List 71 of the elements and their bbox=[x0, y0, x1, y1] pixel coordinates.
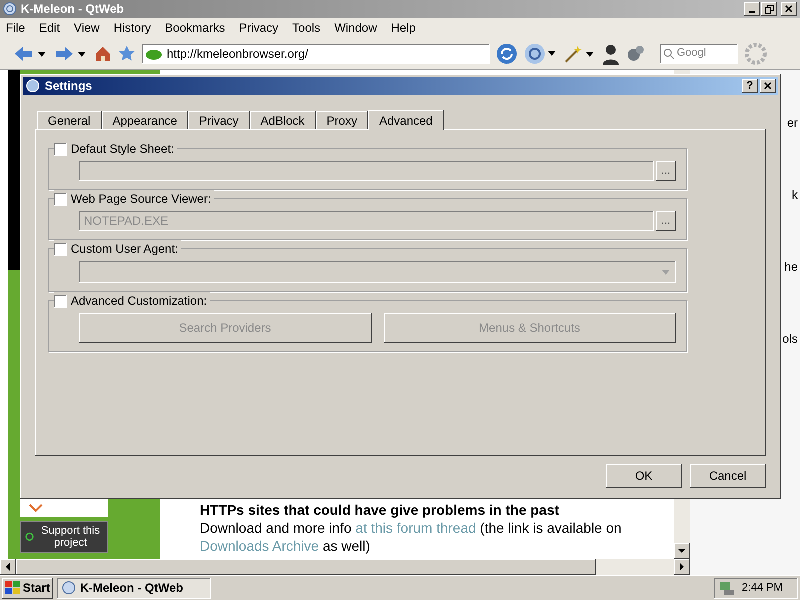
close-button[interactable] bbox=[781, 2, 797, 16]
browse-button[interactable]: ... bbox=[656, 211, 676, 231]
forward-arrow-icon[interactable] bbox=[54, 46, 88, 62]
down-arrow-icon bbox=[678, 548, 686, 554]
tab[interactable]: General bbox=[37, 111, 102, 129]
restore-button[interactable] bbox=[761, 2, 777, 16]
horizontal-scrollbar[interactable] bbox=[0, 559, 690, 575]
gears-icon[interactable] bbox=[626, 44, 646, 64]
dialog-title: Settings bbox=[45, 78, 92, 95]
menu-item[interactable]: Help bbox=[391, 19, 416, 37]
close-icon bbox=[764, 82, 772, 90]
group-label: Custom User Agent: bbox=[71, 241, 178, 258]
user-silhouette-icon[interactable] bbox=[602, 42, 620, 64]
checkbox[interactable] bbox=[54, 142, 67, 156]
checkbox[interactable] bbox=[54, 242, 67, 256]
window-title: K-Meleon - QtWeb bbox=[21, 1, 124, 18]
tab[interactable]: Appearance bbox=[102, 111, 188, 129]
menu-item[interactable]: View bbox=[74, 19, 100, 37]
tab[interactable]: Proxy bbox=[316, 111, 368, 129]
globe-icon bbox=[62, 581, 76, 595]
magic-wand-icon[interactable] bbox=[564, 44, 596, 64]
menu-item[interactable]: Window bbox=[334, 19, 378, 37]
checkbox[interactable] bbox=[54, 192, 67, 206]
home-icon[interactable] bbox=[94, 44, 112, 62]
tab[interactable]: Advanced bbox=[368, 110, 444, 130]
globe-icon bbox=[3, 2, 17, 16]
user-agent-combo[interactable] bbox=[79, 261, 676, 283]
page-text: he bbox=[784, 259, 799, 276]
page-text: k bbox=[792, 187, 799, 204]
search-icon bbox=[663, 48, 675, 60]
menu-item[interactable]: Privacy bbox=[239, 19, 279, 37]
minimize-button[interactable] bbox=[744, 2, 760, 16]
tab[interactable]: AdBlock bbox=[250, 111, 316, 129]
news-heading: HTTPs sites that could have give problems in the past bbox=[200, 501, 560, 519]
help-button[interactable]: ? bbox=[742, 79, 758, 93]
group-label: Defaut Style Sheet: bbox=[71, 141, 174, 158]
page-text: ols bbox=[782, 331, 799, 348]
refresh-icon[interactable] bbox=[496, 42, 518, 64]
qt-globe-icon[interactable] bbox=[524, 42, 558, 64]
menu-item[interactable]: Tools bbox=[292, 19, 321, 37]
checkbox[interactable] bbox=[54, 294, 67, 308]
close-icon bbox=[785, 5, 793, 13]
windows-logo-icon bbox=[5, 581, 21, 595]
address-field[interactable]: http://kmeleonbrowser.org/ bbox=[142, 44, 490, 64]
dialog-button[interactable]: Cancel bbox=[690, 464, 766, 488]
menu-item[interactable]: History bbox=[114, 19, 152, 37]
qt-logo-icon bbox=[25, 79, 41, 93]
back-arrow-icon[interactable] bbox=[14, 46, 48, 62]
restore-icon bbox=[764, 4, 774, 14]
taskbar-button[interactable]: K-Meleon - QtWeb bbox=[57, 578, 212, 598]
start-button[interactable]: Start bbox=[2, 578, 54, 598]
menu-item[interactable]: Edit bbox=[39, 19, 60, 37]
menu-item[interactable]: File bbox=[6, 19, 26, 37]
right-arrow-icon bbox=[680, 563, 684, 571]
news-paragraph: Download and more info at this forum thread (the link is available on Downloads Archive as well) bbox=[200, 519, 623, 555]
browse-button[interactable]: ... bbox=[656, 161, 676, 181]
menu-item[interactable]: Bookmarks bbox=[165, 19, 226, 37]
group-label: Web Page Source Viewer: bbox=[71, 191, 212, 208]
support-button[interactable]: Support this project bbox=[20, 521, 108, 553]
tab[interactable]: Privacy bbox=[188, 111, 250, 129]
close-button[interactable] bbox=[760, 79, 776, 93]
group-label: Advanced Customization: bbox=[71, 293, 208, 310]
star-icon[interactable] bbox=[118, 44, 136, 62]
network-icon[interactable] bbox=[718, 580, 736, 596]
path-field[interactable] bbox=[79, 161, 654, 181]
clock: 2:44 PM bbox=[742, 580, 783, 596]
left-arrow-icon bbox=[6, 563, 10, 571]
dialog-button[interactable]: OK bbox=[606, 464, 682, 488]
throbber-icon bbox=[744, 42, 768, 66]
page-text: er bbox=[787, 115, 799, 132]
search-field[interactable]: Googl bbox=[660, 44, 738, 64]
